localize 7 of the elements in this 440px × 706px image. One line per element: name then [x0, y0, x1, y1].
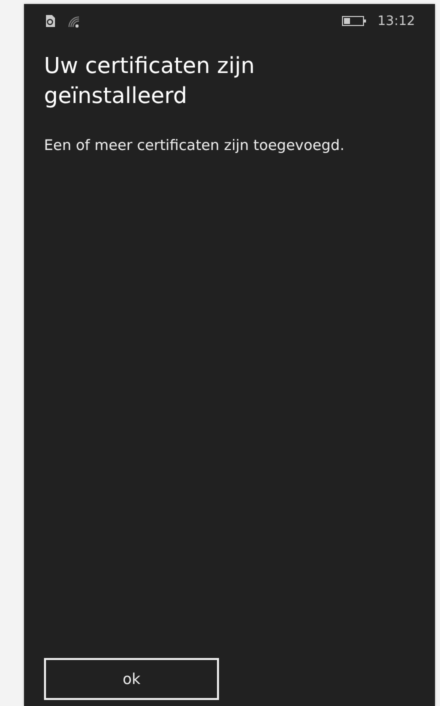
dialog-title: Uw certificaten zijn geïnstalleerd — [44, 53, 256, 111]
ok-button[interactable]: ok — [44, 658, 219, 700]
clock-time: 13:12 — [378, 14, 415, 28]
signal-icon — [66, 14, 80, 28]
battery-icon — [342, 15, 368, 27]
sim-icon — [44, 14, 56, 28]
dialog-message: Een of meer certificaten zijn toegevoegd. — [44, 138, 346, 154]
